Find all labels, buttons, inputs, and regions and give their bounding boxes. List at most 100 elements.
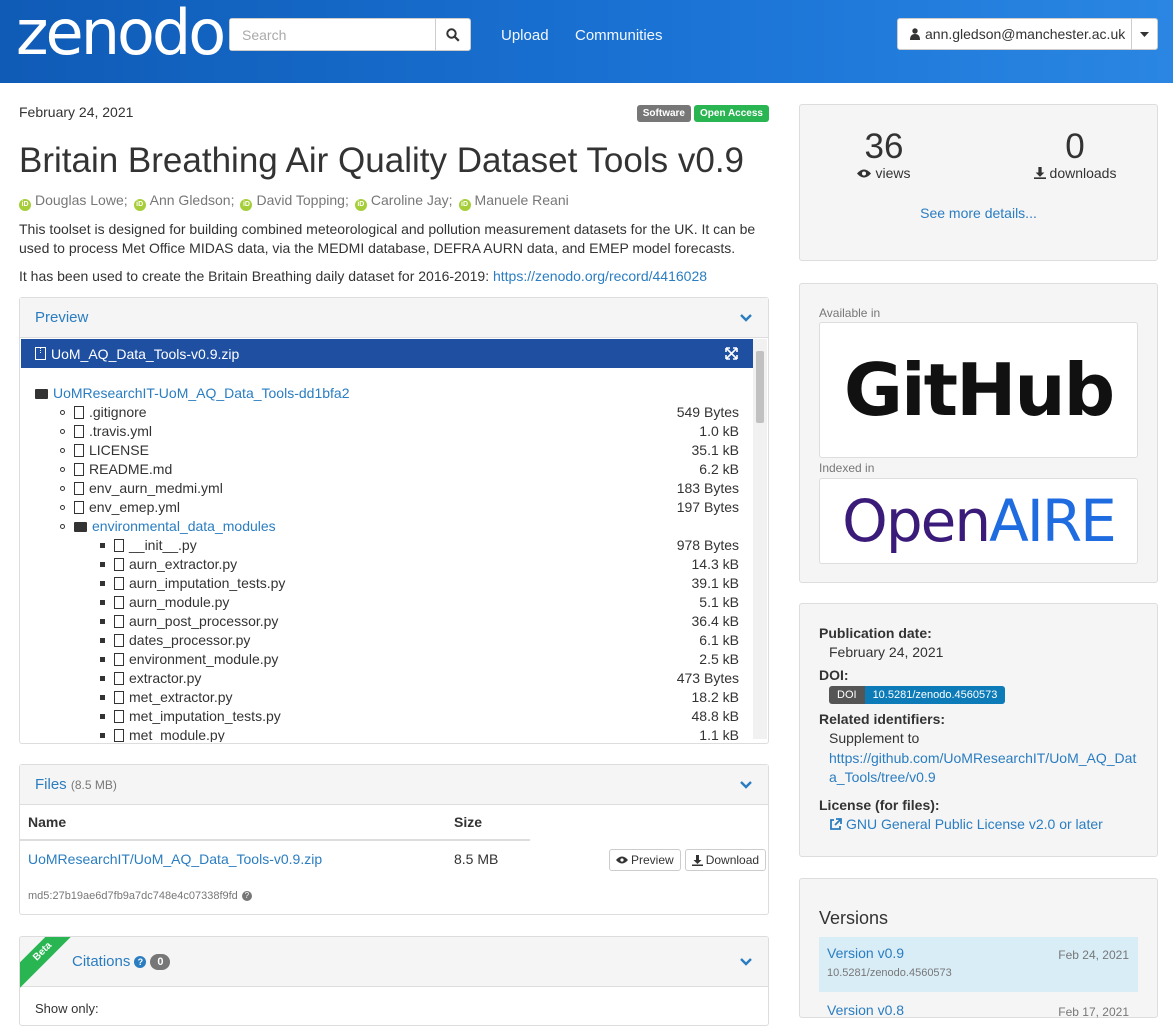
file-zip-icon (35, 347, 46, 360)
license-label: License (for files): (819, 797, 940, 813)
tree-file-size: 6.2 kB (699, 461, 739, 477)
file-icon (114, 577, 124, 590)
views-label: views (875, 165, 911, 181)
file-icon (114, 634, 124, 647)
bullet-icon (100, 676, 105, 681)
indexed-in-label: Indexed in (819, 461, 875, 475)
tree-file[interactable]: env_emep.yml (60, 498, 180, 517)
preview-panel-header[interactable]: Preview (20, 298, 768, 338)
file-icon (114, 729, 124, 742)
downloads-count: 0 (1065, 127, 1085, 166)
file-icon (114, 710, 124, 723)
question-icon[interactable]: ? (241, 891, 252, 901)
tree-file-size: 35.1 kB (691, 442, 739, 458)
preview-file-bar: UoM_AQ_Data_Tools-v0.9.zip (21, 339, 754, 368)
files-title: Files (35, 776, 67, 793)
preview-scrollbar[interactable] (753, 339, 767, 739)
orcid-icon: iD (354, 199, 367, 211)
preview-title: Preview (35, 309, 89, 326)
tree-file[interactable]: met_imputation_tests.py (100, 707, 281, 726)
files-panel-header[interactable]: Files (8.5 MB) (20, 765, 768, 805)
search-button[interactable] (435, 19, 470, 50)
search-input[interactable] (230, 19, 435, 50)
citations-panel-header[interactable]: Citations ? 0 (20, 937, 768, 987)
file-icon (114, 539, 124, 552)
downloads-label: downloads (1049, 165, 1117, 181)
tree-root-folder[interactable]: UoMResearchIT-UoM_AQ_Data_Tools-dd1bfa2 (35, 384, 349, 403)
author[interactable]: iD Douglas Lowe; (19, 192, 128, 211)
tree-file-size: 1.1 kB (699, 727, 739, 742)
file-actions: Preview Download (609, 849, 767, 871)
license-link[interactable]: GNU General Public License v2.0 or later (829, 816, 1103, 832)
files-table-header: Name Size (20, 805, 530, 841)
views-count: 36 (864, 127, 904, 166)
tree-file[interactable]: met_module.py (100, 726, 225, 742)
file-icon (114, 672, 124, 685)
tree-folder[interactable]: environmental_data_modules (60, 517, 276, 536)
tree-file[interactable]: aurn_module.py (100, 593, 229, 612)
fullscreen-icon[interactable] (725, 347, 738, 360)
user-dropdown-toggle[interactable] (1131, 19, 1157, 49)
zenodo-logo[interactable]: zenodo (16, 2, 226, 64)
metadata-panel: Publication date: February 24, 2021 DOI:… (799, 603, 1158, 857)
tree-file[interactable]: met_extractor.py (100, 688, 233, 707)
tree-file-size: 1.0 kB (699, 423, 739, 439)
version-item[interactable]: Version v0.8 Feb 17, 2021 (819, 994, 1138, 1024)
file-icon (74, 406, 84, 419)
file-preview-button[interactable]: Preview (609, 849, 681, 871)
tree-file-size: 2.5 kB (699, 651, 739, 667)
tree-file-size: 36.4 kB (691, 613, 739, 629)
tree-file[interactable]: env_aurn_medmi.yml (60, 479, 223, 498)
orcid-icon: iD (240, 199, 253, 211)
chevron-down-icon (740, 780, 752, 789)
tree-file[interactable]: environment_module.py (100, 650, 278, 669)
author[interactable]: iD Manuele Reani (458, 192, 569, 211)
author[interactable]: iD David Topping; (240, 192, 349, 211)
author[interactable]: iD Caroline Jay; (354, 192, 453, 211)
see-more-details-link[interactable]: See more details... (800, 205, 1157, 221)
tree-file[interactable]: README.md (60, 460, 172, 479)
bullet-icon (100, 581, 105, 586)
openaire-logo[interactable]: OpenAIRE (819, 478, 1138, 564)
eye-icon (857, 169, 872, 177)
views-stat: 36 views (844, 127, 924, 181)
bullet-icon (100, 562, 105, 567)
bullet-icon (60, 448, 65, 453)
preview-file-name: UoM_AQ_Data_Tools-v0.9.zip (51, 345, 240, 362)
github-logo[interactable]: GitHub (819, 322, 1138, 458)
user-menu-button[interactable]: ann.gledson@manchester.ac.uk (897, 18, 1158, 50)
tree-file[interactable]: aurn_extractor.py (100, 555, 237, 574)
author[interactable]: iD Ann Gledson; (133, 192, 234, 211)
nav-communities-link[interactable]: Communities (575, 27, 663, 44)
file-download-button[interactable]: Download (684, 849, 767, 871)
related-identifiers-label: Related identifiers: (819, 711, 946, 727)
citations-filter-label: Show only: (35, 1001, 99, 1016)
doi-badge[interactable]: DOI 10.5281/zenodo.4560573 (829, 686, 1006, 704)
file-link[interactable]: UoMResearchIT/UoM_AQ_Data_Tools-v0.9.zip (28, 851, 322, 867)
tree-file[interactable]: LICENSE (60, 441, 149, 460)
bullet-icon (100, 695, 105, 700)
related-link[interactable]: https://github.com/UoMResearchIT/UoM_AQ_… (829, 749, 1136, 787)
tree-file[interactable]: .gitignore (60, 403, 147, 422)
tree-file[interactable]: aurn_imputation_tests.py (100, 574, 285, 593)
tree-file[interactable]: extractor.py (100, 669, 201, 688)
file-icon (74, 463, 84, 476)
available-in-label: Available in (819, 306, 881, 320)
version-name[interactable]: Version v0.8 (827, 1002, 904, 1018)
tree-file[interactable]: __init__.py (100, 536, 197, 555)
question-icon[interactable]: ? (134, 955, 147, 968)
version-item-current[interactable]: Version v0.9 Feb 24, 2021 10.5281/zenodo… (819, 937, 1138, 992)
tree-file[interactable]: aurn_post_processor.py (100, 612, 278, 631)
version-date: Feb 24, 2021 (1058, 948, 1129, 962)
nav-upload-link[interactable]: Upload (501, 27, 549, 44)
tree-file[interactable]: .travis.yml (60, 422, 152, 441)
tree-file-size: 39.1 kB (691, 575, 739, 591)
usage-link[interactable]: https://zenodo.org/record/4416028 (493, 268, 707, 284)
citations-panel: Citations ? 0 Beta Show only: (19, 936, 769, 1026)
bullet-icon (100, 733, 105, 738)
chevron-down-icon (740, 313, 752, 322)
file-icon (114, 596, 124, 609)
version-name[interactable]: Version v0.9 (827, 945, 904, 961)
tree-file[interactable]: dates_processor.py (100, 631, 250, 650)
chevron-down-icon (740, 957, 752, 966)
